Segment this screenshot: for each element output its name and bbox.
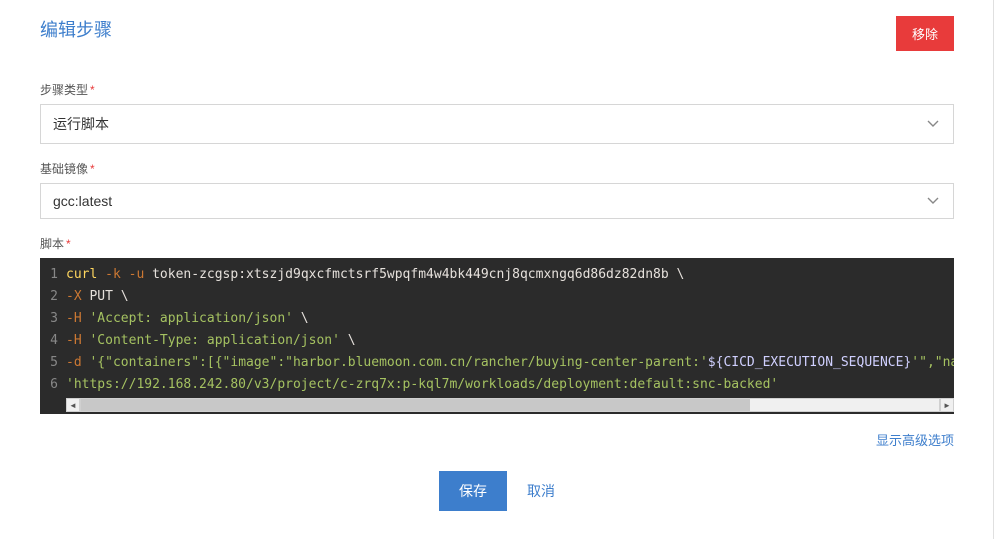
required-mark: * [90, 83, 95, 97]
code-line[interactable]: 1curl -k -u token-zcgsp:xtszjd9qxcfmctsr… [40, 264, 954, 286]
show-advanced-link[interactable]: 显示高级选项 [876, 433, 954, 448]
base-image-select[interactable]: gcc:latest [40, 183, 954, 219]
code-line[interactable]: 2-X PUT \ [40, 286, 954, 308]
line-content[interactable]: -d '{"containers":[{"image":"harbor.blue… [66, 352, 954, 374]
chevron-down-icon [927, 195, 939, 207]
line-number: 3 [40, 308, 66, 330]
required-mark: * [66, 237, 71, 251]
chevron-down-icon [927, 118, 939, 130]
remove-button[interactable]: 移除 [896, 16, 954, 51]
cancel-link[interactable]: 取消 [527, 481, 555, 501]
base-image-field: 基础镜像* gcc:latest [40, 160, 954, 219]
code-line[interactable]: 6'https://192.168.242.80/v3/project/c-zr… [40, 374, 954, 396]
step-type-value: 运行脚本 [53, 116, 109, 132]
code-line[interactable]: 5-d '{"containers":[{"image":"harbor.blu… [40, 352, 954, 374]
line-content[interactable]: -H 'Content-Type: application/json' \ [66, 330, 356, 352]
step-type-field: 步骤类型* 运行脚本 [40, 81, 954, 144]
hscroll-track[interactable] [80, 398, 940, 412]
line-content[interactable]: 'https://192.168.242.80/v3/project/c-zrq… [66, 374, 778, 396]
step-type-label: 步骤类型* [40, 81, 954, 98]
scroll-right-arrow[interactable]: ► [940, 398, 954, 412]
code-line[interactable]: 3-H 'Accept: application/json' \ [40, 308, 954, 330]
save-button[interactable]: 保存 [439, 471, 507, 511]
line-content[interactable]: curl -k -u token-zcgsp:xtszjd9qxcfmctsrf… [66, 264, 684, 286]
editor-hscroll[interactable]: ◄ ► [40, 396, 954, 414]
hscroll-thumb[interactable] [81, 399, 750, 411]
line-content[interactable]: -H 'Accept: application/json' \ [66, 308, 309, 330]
line-number: 1 [40, 264, 66, 286]
step-type-select[interactable]: 运行脚本 [40, 104, 954, 144]
base-image-label: 基础镜像* [40, 160, 954, 177]
script-field: 脚本* 1curl -k -u token-zcgsp:xtszjd9qxcfm… [40, 235, 954, 414]
line-number: 4 [40, 330, 66, 352]
page-title: 编辑步骤 [40, 16, 112, 42]
line-number: 5 [40, 352, 66, 374]
scroll-left-arrow[interactable]: ◄ [66, 398, 80, 412]
required-mark: * [90, 162, 95, 176]
script-label: 脚本* [40, 235, 954, 252]
line-content[interactable]: -X PUT \ [66, 286, 129, 308]
code-line[interactable]: 4-H 'Content-Type: application/json' \ [40, 330, 954, 352]
line-number: 2 [40, 286, 66, 308]
base-image-value: gcc:latest [53, 193, 112, 209]
line-number: 6 [40, 374, 66, 396]
script-editor[interactable]: 1curl -k -u token-zcgsp:xtszjd9qxcfmctsr… [40, 258, 954, 396]
